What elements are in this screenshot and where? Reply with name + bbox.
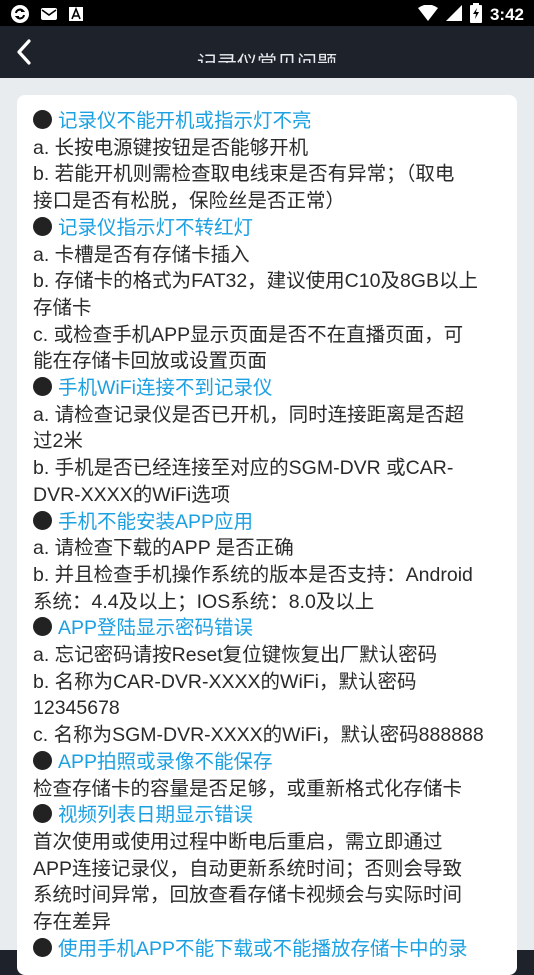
status-left-icons [10, 4, 84, 24]
faq-question-text: APP登陆显示密码错误 [58, 617, 254, 640]
faq-answer-line: 接口是否有松脱，保险丝是否正常） [33, 190, 346, 213]
faq-answer-line: b. 存储卡的格式为FAT32，建议使用C10及8GB以上 [33, 270, 478, 293]
faq-answer-line: 系统：4.4及以上；IOS系统：8.0及以上 [33, 590, 375, 613]
faq-question[interactable]: APP登陆显示密码错误 [33, 615, 513, 642]
faq-answer-line: b. 若能开机则需检查取电线束是否有异常；（取电 [33, 163, 455, 186]
faq-answer-line: 12345678 [33, 697, 120, 720]
faq-answer-line: 系统时间异常，回放查看存储卡视频会与实际时间 [33, 884, 463, 907]
faq-question[interactable]: 记录仪不能开机或指示灯不亮 [33, 108, 513, 135]
faq-answer-line: a. 长按电源键按钮是否能够开机 [33, 136, 309, 159]
bullet-icon [33, 377, 52, 397]
bullet-icon [33, 937, 52, 957]
faq-answer-line: c. 名称为SGM-DVR-XXXX的WiFi，默认密码888888 [33, 724, 484, 747]
faq-answer-line: 首次使用或使用过程中断电后重启，需立即通过 [33, 830, 443, 853]
faq-question-text: 手机WiFi连接不到记录仪 [58, 377, 273, 400]
faq-answer-line: APP连接记录仪，自动更新系统时间；否则会导致 [33, 857, 463, 880]
cellular-signal-icon [445, 5, 462, 25]
page-title: 记录仪常见问题 [0, 41, 534, 63]
faq-answer-line: 能在存储卡回放或设置页面 [33, 350, 268, 373]
faq-answer-line: c. 或检查手机APP显示页面是否不在直播页面，可 [33, 323, 464, 346]
status-bar: 3:42 [0, 0, 534, 26]
mail-icon [40, 6, 58, 22]
faq-answer-line: a. 请检查记录仪是否已开机，同时连接距离是否超 [33, 403, 465, 426]
faq-answer-line: 过2米 [33, 430, 83, 453]
faq-question[interactable]: 使用手机APP不能下载或不能播放存储卡中的录 [33, 936, 513, 963]
app-bar: 记录仪常见问题 [0, 26, 534, 78]
faq-answer-line: 存在差异 [33, 911, 112, 934]
status-right-icons: 3:42 [417, 3, 524, 27]
faq-question-text: 手机不能安装APP应用 [58, 510, 254, 533]
status-time: 3:42 [489, 5, 524, 24]
faq-answer-line: a. 请检查下载的APP 是否正确 [33, 537, 294, 560]
bullet-icon [33, 216, 52, 236]
faq-question[interactable]: APP拍照或录像不能保存 [33, 749, 513, 776]
faq-answer-line: b. 名称为CAR-DVR-XXXX的WiFi，默认密码 [33, 670, 417, 693]
faq-list: 记录仪不能开机或指示灯不亮 a. 长按电源键按钮是否能够开机 b. 若能开机则需检查… [17, 95, 513, 963]
faq-question[interactable]: 视频列表日期显示错误 [33, 802, 513, 829]
faq-question[interactable]: 记录仪指示灯不转红灯 [33, 215, 513, 242]
faq-question[interactable]: 手机不能安装APP应用 [33, 509, 513, 536]
faq-answer-line: DVR-XXXX的WiFi选项 [33, 483, 231, 506]
faq-question-text: 记录仪指示灯不转红灯 [58, 216, 254, 239]
sync-icon [10, 4, 30, 24]
bullet-icon [33, 804, 52, 824]
faq-answer-line: b. 并且检查手机操作系统的版本是否支持：Android [33, 563, 473, 586]
font-a-icon [68, 6, 84, 22]
faq-question-text: APP拍照或录像不能保存 [58, 750, 273, 773]
faq-answer-line: a. 忘记密码请按Reset复位键恢复出厂默认密码 [33, 644, 438, 667]
faq-answer-line: b. 手机是否已经连接至对应的SGM-DVR 或CAR- [33, 457, 454, 480]
wifi-icon [417, 4, 438, 25]
faq-answer-line: 存储卡 [33, 296, 92, 319]
faq-answer-line: a. 卡槽是否有存储卡插入 [33, 243, 250, 266]
faq-question[interactable]: 手机WiFi连接不到记录仪 [33, 375, 513, 402]
bullet-icon [33, 510, 52, 530]
faq-answer-line: 检查存储卡的容量是否足够，或重新格式化存储卡 [33, 777, 463, 800]
bullet-icon [33, 617, 52, 637]
bullet-icon [33, 110, 52, 129]
faq-question-text: 视频列表日期显示错误 [58, 804, 254, 827]
faq-card: 记录仪不能开机或指示灯不亮 a. 长按电源键按钮是否能够开机 b. 若能开机则需检查… [17, 95, 517, 975]
faq-question-text: 记录仪不能开机或指示灯不亮 [58, 110, 312, 132]
battery-charging-icon [469, 3, 482, 27]
faq-question-text: 使用手机APP不能下载或不能播放存储卡中的录 [58, 937, 468, 960]
bullet-icon [33, 750, 52, 770]
